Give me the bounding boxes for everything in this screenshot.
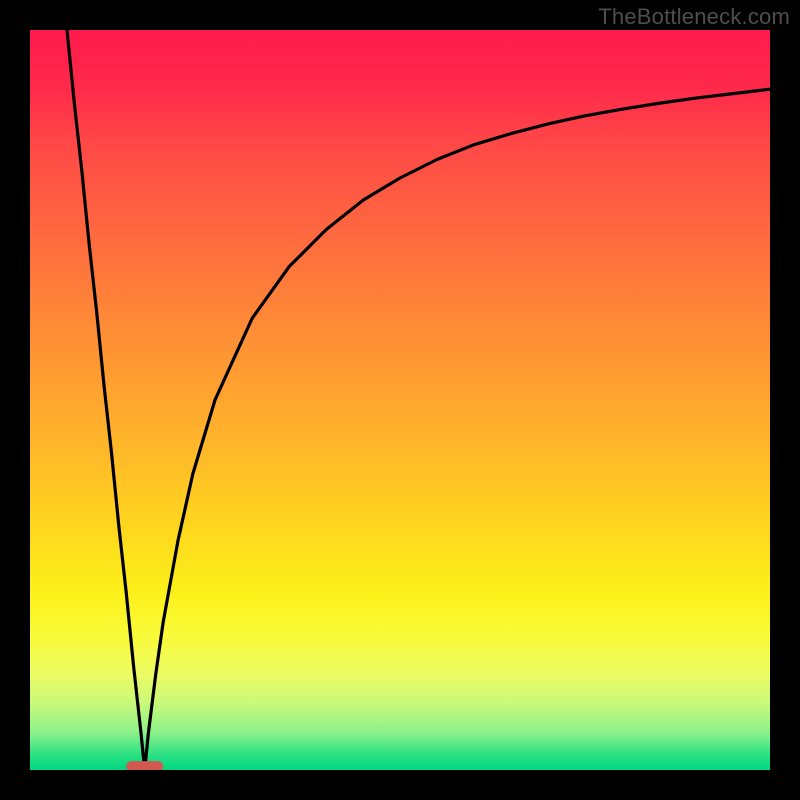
optimal-marker (126, 761, 163, 770)
curve-svg (30, 30, 770, 770)
watermark-text: TheBottleneck.com (598, 4, 790, 30)
plot-area (30, 30, 770, 770)
chart-frame: TheBottleneck.com (0, 0, 800, 800)
bottleneck-curve (67, 30, 770, 770)
